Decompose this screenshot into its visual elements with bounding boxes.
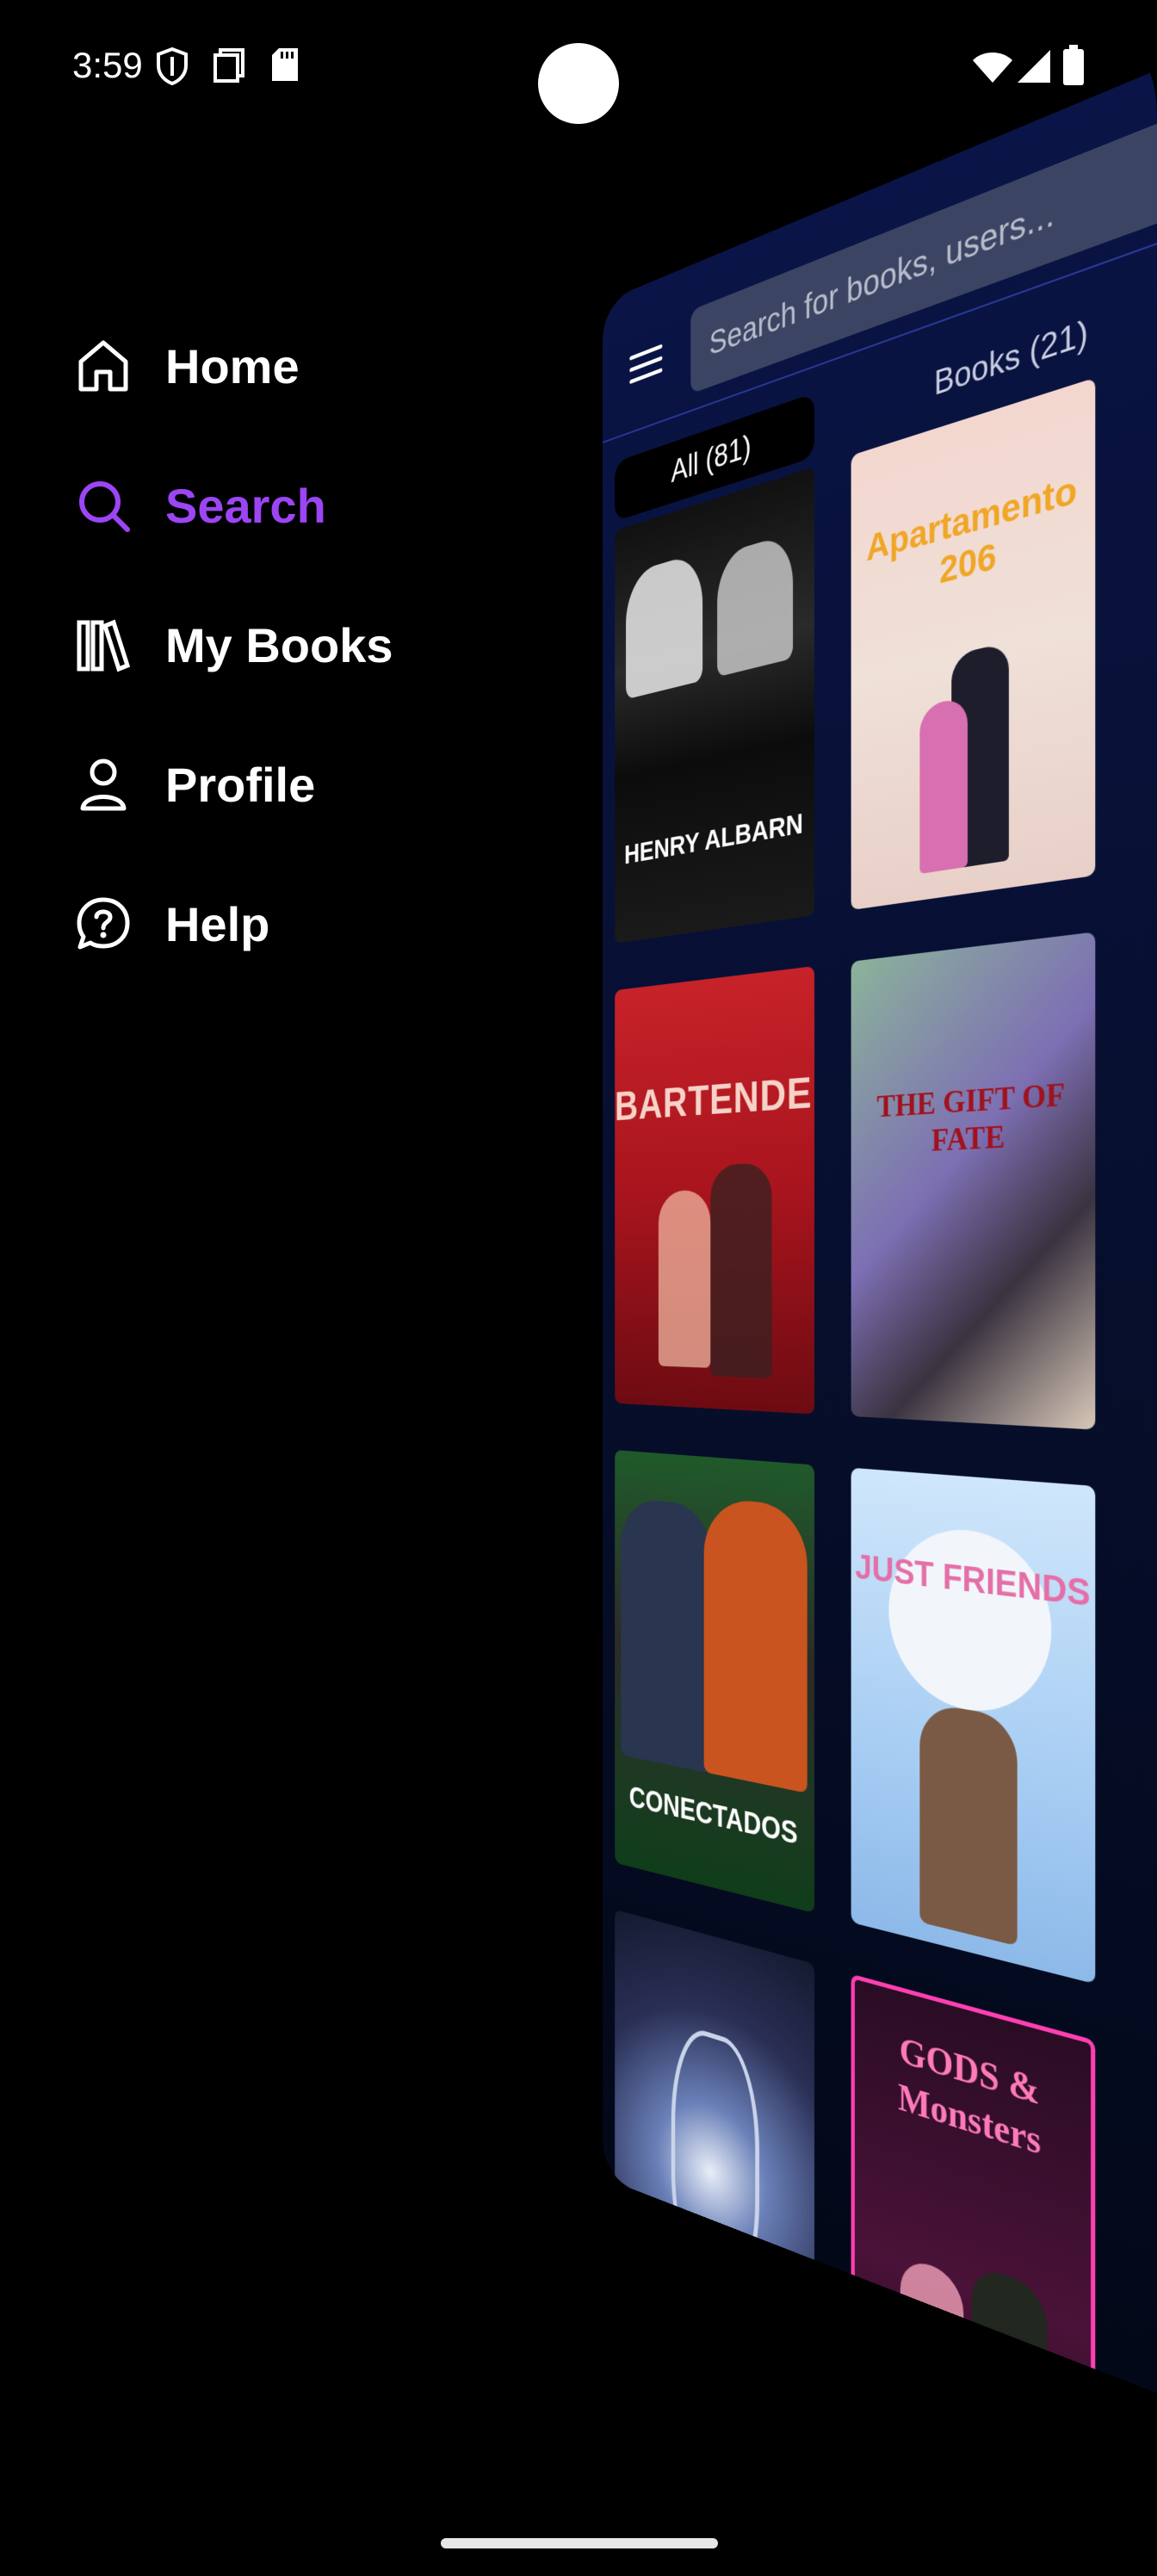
app-preview-wrapper: All (81) Books (21) HENRY ALBARN Apartam… xyxy=(603,0,1157,2489)
book-cover[interactable]: BARTENDER xyxy=(615,966,815,1415)
home-indicator[interactable] xyxy=(441,2538,718,2548)
front-camera xyxy=(538,43,619,124)
search-icon xyxy=(72,474,134,536)
book-cover[interactable]: Apartamento 206 xyxy=(851,377,1096,911)
help-icon xyxy=(72,893,134,955)
phone-screen: 3:59 Home Search My Books Profile Help S… xyxy=(0,0,1157,2576)
book-title xyxy=(615,2268,814,2353)
signal-icon xyxy=(1018,50,1050,83)
drawer-item-profile[interactable]: Profile xyxy=(72,746,315,823)
drawer-item-help[interactable]: Help xyxy=(72,885,269,963)
menu-icon[interactable] xyxy=(629,344,663,387)
book-cover[interactable]: JUST FRIENDS xyxy=(851,1467,1096,1985)
drawer-item-home[interactable]: Home xyxy=(72,327,300,405)
status-time: 3:59 xyxy=(72,45,143,85)
books-icon xyxy=(72,614,134,676)
app-preview-panel[interactable]: All (81) Books (21) HENRY ALBARN Apartam… xyxy=(603,0,1157,2489)
drawer-item-label: Help xyxy=(165,896,270,951)
book-cover[interactable] xyxy=(851,2480,1096,2489)
drawer-item-label: Home xyxy=(165,338,300,393)
drawer-item-search[interactable]: Search xyxy=(72,467,326,544)
book-cover[interactable]: GODS & Monsters xyxy=(851,1973,1096,2489)
book-cover[interactable] xyxy=(615,1909,815,2412)
copy-icon xyxy=(213,48,244,83)
drawer-item-label: Profile xyxy=(165,757,316,812)
drawer-item-my-books[interactable]: My Books xyxy=(72,606,393,684)
book-cover[interactable]: THE GIFT OF FATE xyxy=(851,932,1096,1430)
person-icon xyxy=(72,753,134,815)
shield-icon xyxy=(157,46,188,86)
sd-card-icon xyxy=(272,48,298,81)
book-cover[interactable]: CONECTADOS xyxy=(615,1450,815,1914)
book-title: CONECTADOS xyxy=(628,1780,798,1851)
book-title: BARTENDER xyxy=(615,1066,815,1130)
wifi-icon xyxy=(973,53,1012,83)
battery-icon xyxy=(1063,45,1084,85)
book-title: GODS & Monsters xyxy=(898,2028,1042,2164)
home-icon xyxy=(72,335,134,397)
book-cover[interactable]: HENRY ALBARN xyxy=(615,467,815,944)
drawer-item-label: Search xyxy=(165,478,326,533)
book-title: HENRY ALBARN xyxy=(624,807,804,870)
drawer-item-label: My Books xyxy=(165,617,393,672)
book-title: THE GIFT OF FATE xyxy=(876,1075,1066,1158)
book-cover[interactable] xyxy=(615,2369,815,2489)
book-title: Apartamento 206 xyxy=(866,467,1078,591)
